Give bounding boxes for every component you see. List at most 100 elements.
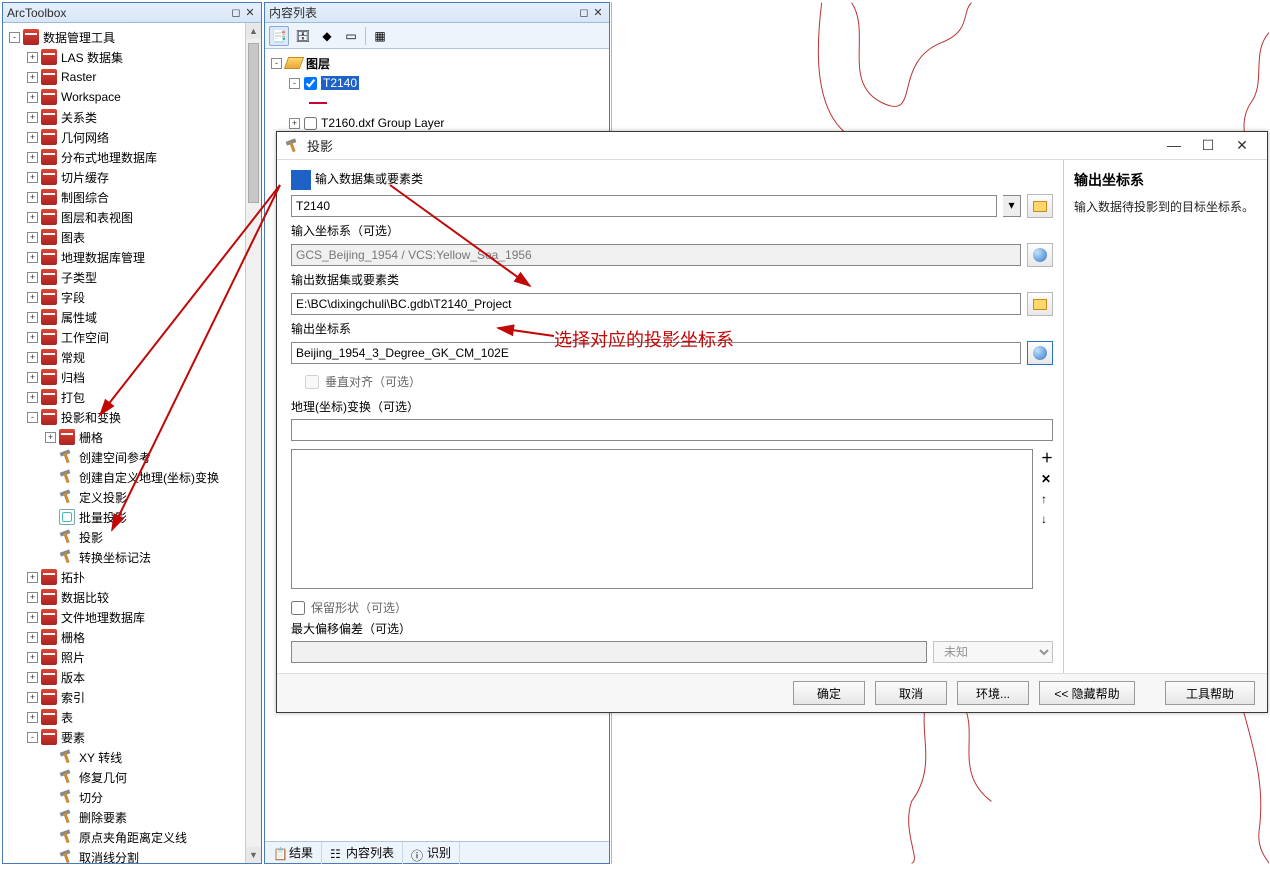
input-dataset-field[interactable] (291, 195, 997, 217)
expand-toggle[interactable]: + (27, 672, 38, 683)
close-icon[interactable]: ✕ (591, 6, 605, 19)
tree-node[interactable]: +索引 (9, 687, 259, 707)
expand-toggle[interactable]: + (27, 52, 38, 63)
expand-toggle[interactable]: + (27, 212, 38, 223)
tree-node[interactable]: +Workspace (9, 87, 259, 107)
expand-toggle[interactable]: - (271, 58, 282, 69)
expand-toggle[interactable]: + (27, 592, 38, 603)
tree-node[interactable]: +关系类 (9, 107, 259, 127)
close-icon[interactable]: ✕ (243, 6, 257, 19)
tree-node[interactable]: +图表 (9, 227, 259, 247)
geo-transform-list[interactable] (291, 449, 1033, 589)
environments-button[interactable]: 环境... (957, 681, 1029, 705)
scroll-thumb[interactable] (248, 43, 259, 203)
arctoolbox-tree[interactable]: - 数据管理工具 +LAS 数据集+Raster+Workspace+关系类+几… (3, 23, 261, 863)
expand-toggle[interactable]: + (27, 612, 38, 623)
tree-node[interactable]: +文件地理数据库 (9, 607, 259, 627)
expand-toggle[interactable]: - (27, 732, 38, 743)
tree-node[interactable]: +拓扑 (9, 567, 259, 587)
expand-toggle[interactable]: + (27, 272, 38, 283)
tree-node[interactable]: +几何网络 (9, 127, 259, 147)
tree-node[interactable]: +归档 (9, 367, 259, 387)
tab-toc[interactable]: ☷内容列表 (322, 842, 403, 864)
tree-root[interactable]: - 数据管理工具 (9, 27, 259, 47)
options-icon[interactable]: ▦ (370, 26, 390, 46)
cs-picker-button[interactable] (1027, 243, 1053, 267)
toc-layer-symbol[interactable] (269, 93, 605, 113)
move-up-button[interactable]: ↑ (1041, 492, 1053, 506)
cs-picker-button[interactable] (1027, 341, 1053, 365)
dock-icon[interactable]: ◻ (229, 6, 243, 19)
expand-toggle[interactable]: + (27, 112, 38, 123)
expand-toggle[interactable]: + (27, 692, 38, 703)
tree-node[interactable]: -要素 (9, 727, 259, 747)
tree-node[interactable]: +工作空间 (9, 327, 259, 347)
expand-toggle[interactable]: + (27, 232, 38, 243)
dialog-title-bar[interactable]: 投影 — ☐ ✕ (277, 132, 1267, 160)
tree-node[interactable]: +LAS 数据集 (9, 47, 259, 67)
scroll-up-icon[interactable]: ▲ (246, 23, 261, 39)
list-by-selection-icon[interactable]: ▭ (341, 26, 361, 46)
tree-node[interactable]: 定义投影 (9, 487, 259, 507)
tree-node[interactable]: +制图综合 (9, 187, 259, 207)
expand-toggle[interactable]: + (27, 172, 38, 183)
expand-toggle[interactable]: + (27, 252, 38, 263)
minimize-icon[interactable]: — (1157, 135, 1191, 157)
preserve-shape-checkbox[interactable] (291, 601, 305, 615)
tree-node[interactable]: 取消线分割 (9, 847, 259, 863)
expand-toggle[interactable]: + (27, 72, 38, 83)
tree-node[interactable]: +属性域 (9, 307, 259, 327)
tree-node[interactable]: +打包 (9, 387, 259, 407)
tree-node[interactable]: 修复几何 (9, 767, 259, 787)
tree-node[interactable]: 创建空间参考 (9, 447, 259, 467)
tree-node[interactable]: 原点夹角距离定义线 (9, 827, 259, 847)
tree-node[interactable]: +版本 (9, 667, 259, 687)
expand-toggle[interactable]: - (9, 32, 20, 43)
list-by-drawing-icon[interactable]: 📑 (269, 26, 289, 46)
output-cs-field[interactable] (291, 342, 1021, 364)
list-by-visibility-icon[interactable]: ◆ (317, 26, 337, 46)
tree-node[interactable]: +地理数据库管理 (9, 247, 259, 267)
tab-results[interactable]: 📋结果 (265, 842, 322, 864)
arctoolbox-scrollbar[interactable]: ▲ ▼ (245, 23, 261, 863)
toc-layer-t2140-label[interactable]: T2140 (321, 76, 359, 90)
expand-toggle[interactable]: + (27, 712, 38, 723)
expand-toggle[interactable]: + (27, 632, 38, 643)
expand-toggle[interactable]: + (27, 292, 38, 303)
tree-node[interactable]: 创建自定义地理(坐标)变换 (9, 467, 259, 487)
tab-identify[interactable]: ⓘ识别 (403, 842, 460, 864)
tree-node[interactable]: +图层和表视图 (9, 207, 259, 227)
expand-toggle[interactable]: + (27, 92, 38, 103)
cancel-button[interactable]: 取消 (875, 681, 947, 705)
expand-toggle[interactable]: + (45, 432, 56, 443)
dock-icon[interactable]: ◻ (577, 6, 591, 19)
dropdown-icon[interactable]: ▾ (1003, 195, 1021, 217)
close-icon[interactable]: ✕ (1225, 135, 1259, 157)
tree-node[interactable]: XY 转线 (9, 747, 259, 767)
remove-button[interactable]: ✕ (1041, 472, 1053, 486)
output-dataset-field[interactable] (291, 293, 1021, 315)
tree-node[interactable]: 批量投影 (9, 507, 259, 527)
expand-toggle[interactable]: + (27, 352, 38, 363)
expand-toggle[interactable]: + (27, 372, 38, 383)
tree-node[interactable]: 转换坐标记法 (9, 547, 259, 567)
toc-layers-root[interactable]: - 图层 (269, 53, 605, 73)
layer-visibility-checkbox[interactable] (304, 117, 317, 130)
tree-node[interactable]: +Raster (9, 67, 259, 87)
add-button[interactable]: ＋ (1041, 449, 1053, 466)
tree-node[interactable]: +常规 (9, 347, 259, 367)
tree-node[interactable]: 投影 (9, 527, 259, 547)
layer-visibility-checkbox[interactable] (304, 77, 317, 90)
contents-title-bar[interactable]: 内容列表 ◻ ✕ (265, 3, 609, 23)
geo-transform-field[interactable] (291, 419, 1053, 441)
tree-node[interactable]: +栅格 (9, 427, 259, 447)
expand-toggle[interactable]: + (27, 312, 38, 323)
tree-node[interactable]: +分布式地理数据库 (9, 147, 259, 167)
tree-node[interactable]: 切分 (9, 787, 259, 807)
arctoolbox-title-bar[interactable]: ArcToolbox ◻ ✕ (3, 3, 261, 23)
browse-button[interactable] (1027, 292, 1053, 316)
expand-toggle[interactable]: + (27, 652, 38, 663)
expand-toggle[interactable]: - (289, 78, 300, 89)
move-down-button[interactable]: ↓ (1041, 512, 1053, 526)
ok-button[interactable]: 确定 (793, 681, 865, 705)
